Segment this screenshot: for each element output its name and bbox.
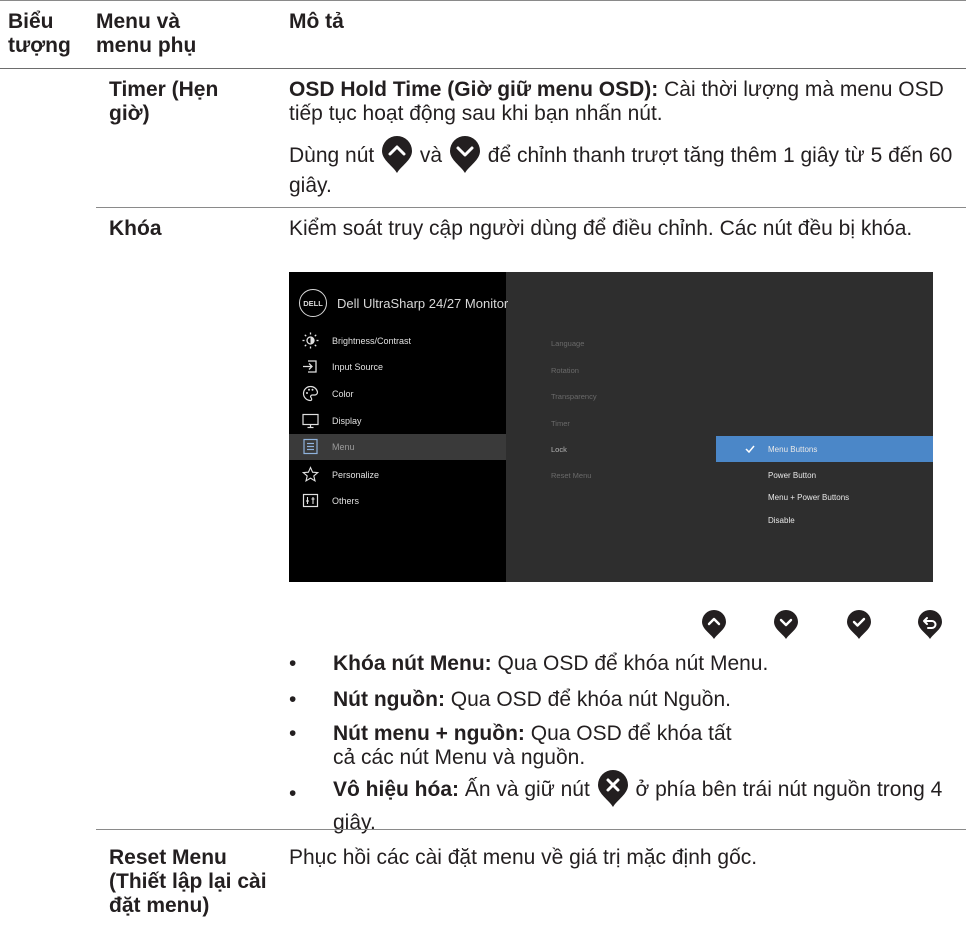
osd-right-panel — [506, 272, 933, 582]
close-button-icon — [597, 770, 628, 807]
bullet-marker: • — [289, 782, 297, 805]
osd-option-menu-power-buttons[interactable]: Menu + Power Buttons — [768, 493, 849, 502]
back-button-icon — [918, 610, 942, 639]
top-rule — [0, 0, 966, 1]
check-button-icon — [847, 610, 871, 639]
header-description-column: Mô tả — [289, 10, 344, 33]
osd-hold-time-paragraph: OSD Hold Time (Giờ giữ menu OSD): Cài th… — [289, 78, 949, 126]
bullet-disable: Vô hiệu hóa: Ấn và giữ nút ở phía bên tr… — [333, 770, 963, 838]
color-palette-icon — [302, 385, 319, 402]
osd-hold-time-label: OSD Hold Time (Giờ giữ menu OSD): — [289, 78, 659, 101]
bullet-label: Nút menu + nguồn: — [333, 722, 525, 745]
osd-submenu-language[interactable]: Language — [551, 339, 584, 348]
osd-screenshot: DELL Dell UltraSharp 24/27 Monitor Brigh… — [289, 272, 933, 582]
header-rule — [0, 68, 966, 69]
osd-menu-input-source[interactable]: Input Source — [289, 354, 506, 380]
bullet-marker: • — [289, 722, 297, 745]
osd-menu-label: Menu — [332, 442, 355, 452]
dell-logo: DELL — [299, 289, 327, 317]
osd-submenu-lock[interactable]: Lock — [551, 445, 567, 454]
reset-description: Phục hồi các cài đặt menu về giá trị mặc… — [289, 846, 758, 869]
osd-submenu-rotation[interactable]: Rotation — [551, 366, 579, 375]
up-button-icon — [702, 610, 726, 639]
lock-row-rule — [96, 829, 966, 830]
timer-adjust-paragraph: Dùng nút và để chỉnh thanh trượt tăng th… — [289, 136, 959, 198]
osd-menu-brightness-contrast[interactable]: Brightness/Contrast — [289, 328, 506, 354]
bullet-text: Qua OSD để khóa nút Menu. — [497, 652, 769, 675]
osd-option-menu-buttons[interactable]: Menu Buttons — [768, 445, 817, 454]
bullet-power-button: Nút nguồn: Qua OSD để khóa nút Nguồn. — [333, 688, 953, 712]
display-icon — [302, 413, 319, 429]
osd-menu-label: Others — [332, 496, 360, 506]
others-icon — [302, 493, 319, 508]
menu-icon — [303, 438, 318, 455]
bullet-label: Khóa nút Menu: — [333, 652, 492, 675]
osd-submenu-transparency[interactable]: Transparency — [551, 392, 597, 401]
down-button-icon — [774, 610, 798, 639]
osd-menu-label: Display — [332, 416, 362, 426]
osd-menu-label: Color — [332, 389, 354, 399]
lock-row-name: Khóa — [109, 217, 162, 240]
osd-menu-color[interactable]: Color — [289, 381, 506, 407]
timer-row-name: Timer (Hẹn giờ) — [109, 78, 219, 125]
reset-row-name: Reset Menu (Thiết lập lại cài đặt menu) — [109, 846, 267, 917]
bullet-menu-power: Nút menu + nguồn: Qua OSD để khóa tất cả… — [333, 722, 753, 770]
osd-option-power-button[interactable]: Power Button — [768, 471, 816, 480]
osd-title: Dell UltraSharp 24/27 Monitor — [337, 296, 509, 311]
bullet-marker: • — [289, 688, 297, 711]
osd-menu-display[interactable]: Display — [289, 408, 506, 434]
star-icon — [302, 466, 319, 483]
bullet-marker: • — [289, 652, 297, 675]
osd-submenu-timer[interactable]: Timer — [551, 419, 570, 428]
lock-description: Kiểm soát truy cập người dùng để điều ch… — [289, 217, 913, 240]
bullet-label: Nút nguồn: — [333, 688, 445, 711]
timer-row-rule — [96, 207, 966, 208]
bullet-text: Qua OSD để khóa nút Nguồn. — [450, 688, 731, 711]
timer-use-prefix: Dùng nút — [289, 144, 375, 167]
osd-menu-label: Brightness/Contrast — [332, 336, 412, 346]
osd-menu-others[interactable]: Others — [289, 488, 506, 514]
osd-option-disable[interactable]: Disable — [768, 516, 795, 525]
timer-use-and: và — [419, 144, 443, 167]
bullet-text: Ấn và giữ nút — [464, 778, 590, 801]
down-button-icon — [449, 136, 480, 173]
osd-submenu-reset-menu[interactable]: Reset Menu — [551, 471, 591, 480]
header-icon-column: Biểu tượng — [8, 10, 71, 57]
brightness-icon — [302, 332, 319, 349]
osd-menu-personalize[interactable]: Personalize — [289, 462, 506, 488]
check-icon — [745, 445, 755, 454]
bullet-label: Vô hiệu hóa: — [333, 778, 459, 801]
header-menu-column: Menu và menu phụ — [96, 10, 197, 57]
osd-menu-menu[interactable]: Menu — [289, 434, 506, 460]
osd-menu-label: Personalize — [332, 470, 380, 480]
bullet-lock-menu: Khóa nút Menu: Qua OSD để khóa nút Menu. — [333, 652, 953, 676]
up-button-icon — [382, 136, 413, 173]
input-source-icon — [303, 360, 317, 373]
osd-menu-label: Input Source — [332, 362, 384, 372]
